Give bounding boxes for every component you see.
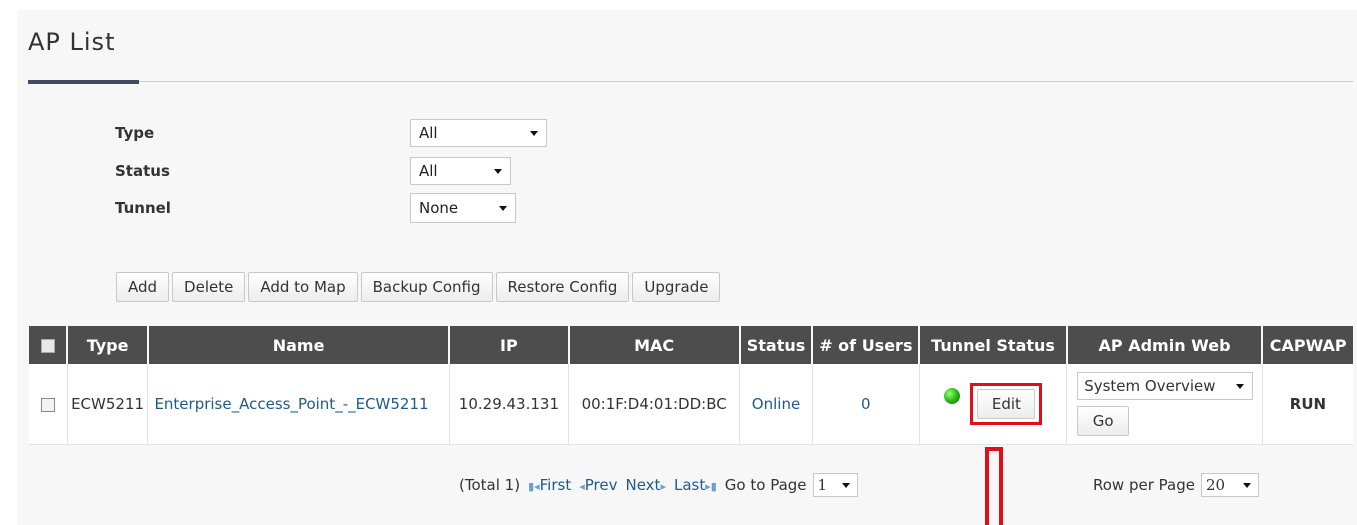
chevron-down-icon bbox=[530, 131, 538, 136]
go-button[interactable]: Go bbox=[1077, 406, 1130, 436]
tunnel-filter-value: None bbox=[419, 199, 459, 217]
rows-per-page: Row per Page 20 bbox=[1093, 473, 1259, 497]
column-header-ip[interactable]: IP bbox=[449, 326, 570, 364]
title-divider bbox=[28, 81, 1353, 82]
status-filter-value: All bbox=[419, 162, 438, 180]
column-header-status[interactable]: Status bbox=[739, 326, 814, 364]
admin-web-value: System Overview bbox=[1084, 377, 1216, 395]
cell-capwap: RUN bbox=[1262, 364, 1353, 445]
rows-per-page-label: Row per Page bbox=[1093, 476, 1195, 494]
next-page-link[interactable]: Next▸ bbox=[625, 476, 665, 494]
next-page-label: Next bbox=[625, 476, 661, 494]
rows-per-page-value: 20 bbox=[1205, 476, 1226, 494]
pagination: (Total 1) ▮◂First ◂Prev Next▸ Last▸▮ Go … bbox=[459, 473, 858, 497]
title-accent-bar bbox=[28, 80, 139, 84]
go-to-page-label: Go to Page bbox=[724, 476, 807, 494]
cell-name: Enterprise_Access_Point_-_ECW5211 bbox=[147, 364, 450, 445]
action-toolbar: Add Delete Add to Map Backup Config Rest… bbox=[116, 272, 721, 302]
total-count: (Total 1) bbox=[459, 476, 521, 494]
type-filter-value: All bbox=[419, 124, 438, 142]
prev-page-label: Prev bbox=[584, 476, 618, 494]
table-row: ECW5211 Enterprise_Access_Point_-_ECW521… bbox=[29, 364, 1353, 445]
restore-config-button[interactable]: Restore Config bbox=[495, 272, 630, 302]
next-page-icon: ▸ bbox=[660, 480, 666, 493]
table-header-row: Type Name IP MAC Status # of Users Tunne… bbox=[29, 326, 1353, 364]
chevron-down-icon bbox=[499, 206, 507, 211]
column-header-users[interactable]: # of Users bbox=[812, 326, 921, 364]
column-header-capwap[interactable]: CAPWAP bbox=[1262, 326, 1353, 364]
status-filter-select[interactable]: All bbox=[410, 157, 511, 185]
chevron-down-icon bbox=[1236, 384, 1245, 389]
tunnel-filter-select[interactable]: None bbox=[410, 193, 516, 223]
cell-type: ECW5211 bbox=[67, 364, 149, 445]
delete-button[interactable]: Delete bbox=[172, 272, 246, 302]
cell-users: 0 bbox=[812, 364, 920, 445]
first-page-icon: ▮◂ bbox=[528, 480, 540, 493]
status-link[interactable]: Online bbox=[752, 395, 800, 413]
add-to-map-button[interactable]: Add to Map bbox=[248, 272, 358, 302]
page-title: AP List bbox=[28, 28, 116, 56]
callout-connector bbox=[985, 447, 1003, 525]
status-filter-label: Status bbox=[115, 162, 170, 180]
admin-web-select[interactable]: System Overview bbox=[1077, 372, 1254, 400]
ap-name-link[interactable]: Enterprise_Access_Point_-_ECW5211 bbox=[154, 395, 428, 413]
last-page-link[interactable]: Last▸▮ bbox=[674, 476, 717, 494]
column-header-tunnel-status: Tunnel Status bbox=[919, 326, 1068, 364]
cell-tunnel-status: Edit bbox=[919, 364, 1068, 445]
last-page-label: Last bbox=[673, 476, 706, 494]
tunnel-edit-button[interactable]: Edit bbox=[977, 389, 1036, 419]
page-number-select[interactable]: 1 bbox=[812, 473, 858, 497]
backup-config-button[interactable]: Backup Config bbox=[360, 272, 493, 302]
cell-admin-web: System Overview Go bbox=[1066, 364, 1263, 445]
first-page-label: First bbox=[539, 476, 572, 494]
select-all-checkbox[interactable] bbox=[40, 339, 55, 353]
chevron-down-icon bbox=[494, 169, 502, 174]
first-page-link[interactable]: ▮◂First bbox=[528, 476, 571, 494]
users-count-link[interactable]: 0 bbox=[861, 395, 871, 413]
edit-highlight-box: Edit bbox=[970, 383, 1043, 425]
select-all-header bbox=[29, 326, 69, 364]
column-header-mac[interactable]: MAC bbox=[568, 326, 741, 364]
type-filter-select[interactable]: All bbox=[410, 119, 547, 147]
page-content: AP List Type All Status All Tunnel None … bbox=[17, 10, 1357, 525]
column-header-admin-web: AP Admin Web bbox=[1066, 326, 1264, 364]
tunnel-filter-label: Tunnel bbox=[115, 199, 171, 217]
column-header-type[interactable]: Type bbox=[67, 326, 149, 364]
prev-page-link[interactable]: ◂Prev bbox=[579, 476, 617, 494]
cell-ip: 10.29.43.131 bbox=[449, 364, 570, 445]
row-select-cell bbox=[29, 364, 68, 445]
status-led-icon bbox=[943, 388, 960, 404]
cell-mac: 00:1F:D4:01:DD:BC bbox=[568, 364, 741, 445]
ap-list-table: Type Name IP MAC Status # of Users Tunne… bbox=[29, 326, 1353, 445]
column-header-name[interactable]: Name bbox=[147, 326, 451, 364]
chevron-down-icon bbox=[841, 483, 850, 488]
add-button[interactable]: Add bbox=[116, 272, 170, 302]
type-filter-label: Type bbox=[115, 124, 155, 142]
cell-status: Online bbox=[739, 364, 813, 445]
upgrade-button[interactable]: Upgrade bbox=[632, 272, 721, 302]
rows-per-page-select[interactable]: 20 bbox=[1200, 473, 1259, 497]
last-page-icon: ▸▮ bbox=[705, 480, 717, 493]
row-checkbox[interactable] bbox=[40, 397, 55, 412]
page-number-value: 1 bbox=[817, 476, 828, 494]
chevron-down-icon bbox=[1242, 483, 1251, 488]
